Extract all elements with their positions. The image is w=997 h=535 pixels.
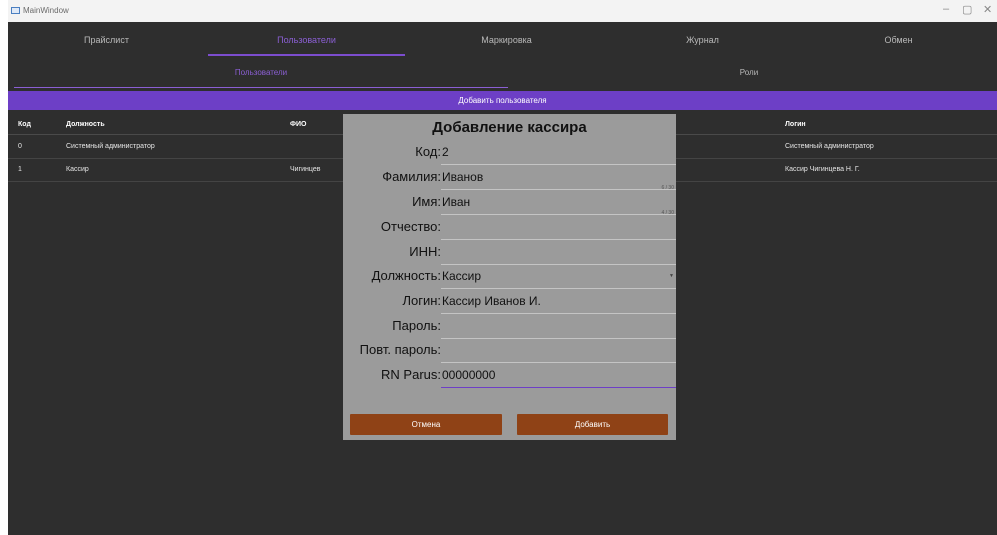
- window-title: MainWindow: [23, 6, 69, 15]
- add-button[interactable]: Добавить: [517, 414, 668, 435]
- row-code: 0: [18, 143, 22, 150]
- add-cashier-dialog: Добавление кассира Код: 2 Фамилия: Ивано…: [343, 114, 676, 440]
- cancel-button[interactable]: Отмена: [350, 414, 502, 435]
- name-label: Имя:: [412, 194, 441, 209]
- patronymic-field-row: Отчество:: [343, 215, 676, 240]
- position-select[interactable]: Кассир ▼: [441, 264, 676, 289]
- position-label: Должность:: [371, 268, 441, 283]
- name-field-row: Имя: Иван 4 / 30: [343, 190, 676, 216]
- surname-label: Фамилия:: [382, 169, 441, 184]
- minimize-icon[interactable]: –: [943, 3, 949, 15]
- password-repeat-field[interactable]: [441, 338, 676, 363]
- top-tab-bar: Прайслист Пользователи Маркировка Журнал…: [8, 22, 997, 62]
- position-field-row: Должность: Кассир ▼: [343, 264, 676, 289]
- rn-parus-field-row: RN Parus: 00000000: [343, 363, 676, 388]
- position-value: Кассир: [442, 269, 482, 283]
- login-field[interactable]: Кассир Иванов И.: [441, 289, 676, 314]
- row-position: Системный администратор: [66, 143, 155, 150]
- subtab-users[interactable]: Пользователи: [14, 62, 508, 88]
- header-position[interactable]: Должность: [66, 115, 276, 135]
- row-login: Системный администратор: [785, 143, 874, 150]
- code-field-row: Код: 2: [343, 140, 676, 165]
- surname-value: Иванов: [442, 170, 484, 184]
- tab-journal[interactable]: Журнал: [604, 22, 801, 62]
- row-login: Кассир Чигинцева Н. Г.: [785, 166, 860, 173]
- password-field[interactable]: [441, 314, 676, 339]
- rn-parus-field[interactable]: 00000000: [441, 363, 676, 388]
- header-code[interactable]: Код: [18, 115, 58, 135]
- rn-parus-label: RN Parus:: [381, 367, 441, 382]
- main-window: MainWindow – ▢ ✕ Прайслист Пользователи …: [8, 0, 997, 535]
- add-user-button[interactable]: Добавить пользователя: [8, 91, 997, 110]
- name-field[interactable]: Иван 4 / 30: [441, 190, 676, 216]
- header-login[interactable]: Логин: [785, 115, 985, 135]
- login-label: Логин:: [402, 293, 441, 308]
- password-label: Пароль:: [392, 318, 441, 333]
- row-code: 1: [18, 166, 22, 173]
- inn-field[interactable]: [441, 240, 676, 265]
- chevron-down-icon[interactable]: ▼: [669, 273, 674, 279]
- tab-users[interactable]: Пользователи: [208, 22, 405, 56]
- tab-exchange[interactable]: Обмен: [800, 22, 997, 62]
- surname-field[interactable]: Иванов 6 / 30: [441, 165, 676, 191]
- row-position: Кассир: [66, 166, 89, 173]
- inn-label: ИНН:: [409, 244, 441, 259]
- code-label: Код:: [415, 144, 441, 159]
- close-icon[interactable]: ✕: [983, 3, 992, 16]
- title-bar: MainWindow – ▢ ✕: [8, 0, 997, 22]
- tab-marking[interactable]: Маркировка: [408, 22, 605, 62]
- dialog-title: Добавление кассира: [432, 119, 587, 136]
- login-field-row: Логин: Кассир Иванов И.: [343, 289, 676, 314]
- password-field-row: Пароль:: [343, 314, 676, 339]
- patronymic-label: Отчество:: [380, 219, 441, 234]
- name-value: Иван: [442, 195, 471, 209]
- header-fio[interactable]: ФИО: [290, 115, 350, 135]
- tab-pricelist[interactable]: Прайслист: [8, 22, 205, 62]
- surname-field-row: Фамилия: Иванов 6 / 30: [343, 165, 676, 191]
- row-fio: Чигинцев: [290, 166, 321, 173]
- password-repeat-field-row: Повт. пароль:: [343, 338, 676, 363]
- maximize-icon[interactable]: ▢: [962, 3, 972, 16]
- sub-tab-bar: Пользователи Роли: [8, 62, 997, 88]
- inn-field-row: ИНН:: [343, 240, 676, 265]
- app-window-icon: [11, 7, 20, 14]
- subtab-roles[interactable]: Роли: [502, 62, 996, 88]
- code-field[interactable]: 2: [441, 140, 676, 165]
- main-content: Прайслист Пользователи Маркировка Журнал…: [8, 22, 997, 535]
- password-repeat-label: Повт. пароль:: [359, 342, 441, 357]
- patronymic-field[interactable]: [441, 215, 676, 240]
